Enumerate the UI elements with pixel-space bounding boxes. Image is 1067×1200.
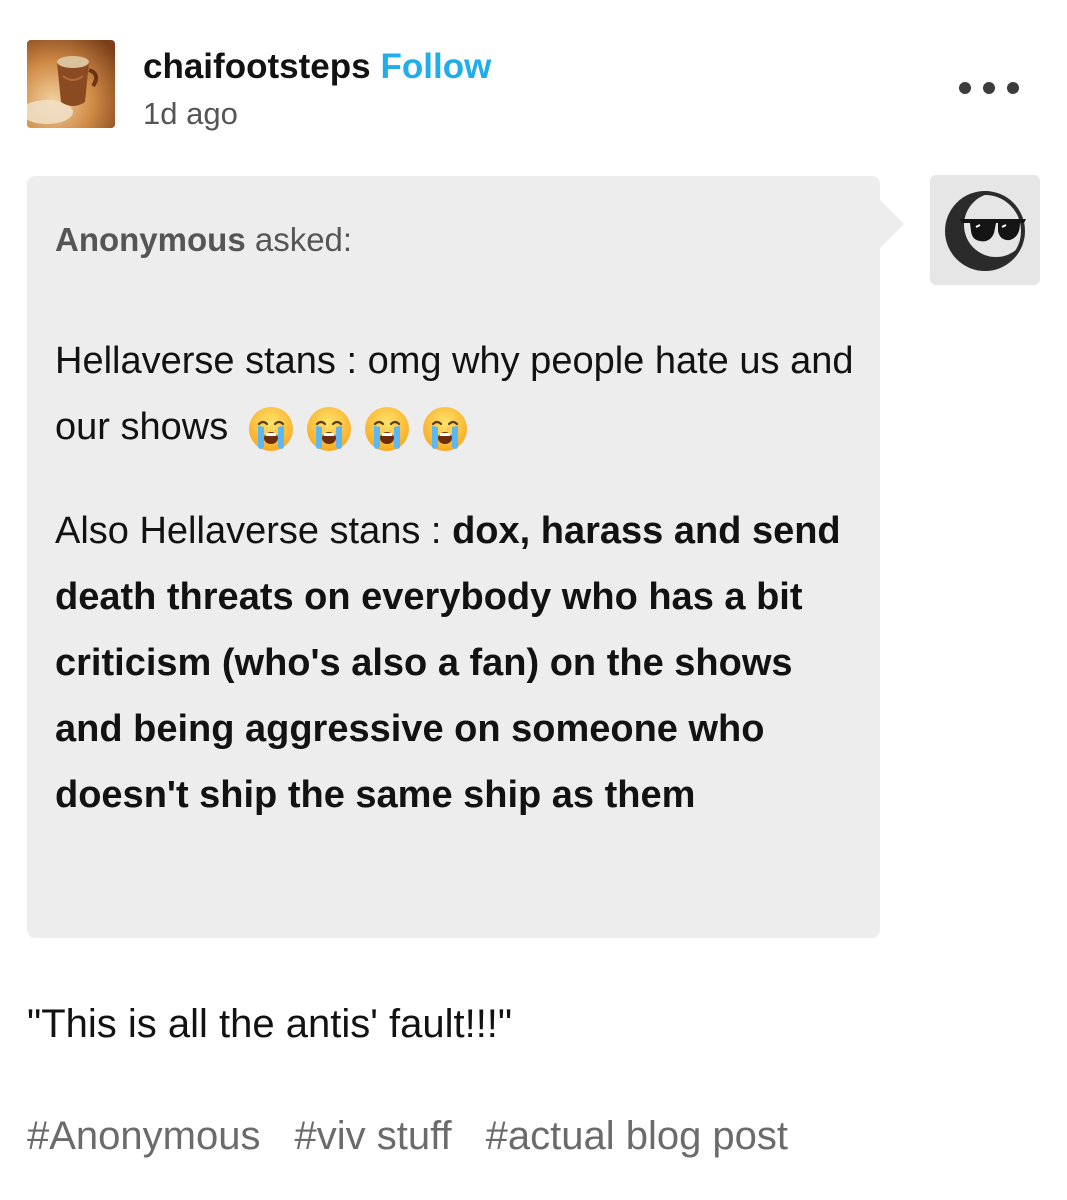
question-paragraph-2: Also Hellaverse stans : dox, harass and …: [55, 498, 855, 828]
loudly-crying-face-icon: [363, 405, 411, 453]
asked-label: asked:: [245, 221, 353, 258]
question-p2-prefix: Also Hellaverse stans :: [55, 510, 453, 552]
loudly-crying-face-icon: [305, 405, 353, 453]
tag-actual-blog-post[interactable]: #actual blog post: [486, 1108, 788, 1164]
tag-list: #Anonymous #viv stuff #actual blog post: [27, 1108, 788, 1164]
post-reply-text: "This is all the antis' fault!!!": [27, 1002, 513, 1046]
more-options-icon[interactable]: [959, 70, 1019, 106]
asker-name: Anonymous: [55, 221, 246, 258]
blog-avatar[interactable]: [27, 40, 115, 128]
anonymous-sunglasses-avatar-icon[interactable]: [930, 175, 1040, 285]
loudly-crying-face-icon: [421, 405, 469, 453]
loudly-crying-face-icon: [247, 405, 295, 453]
crying-emoji-row: [247, 405, 479, 453]
tag-anonymous[interactable]: #Anonymous: [27, 1108, 260, 1164]
asker-line: Anonymous asked:: [55, 220, 352, 260]
post-timestamp: 1d ago: [143, 96, 238, 131]
post-header: chaifootsteps Follow 1d ago: [27, 40, 1047, 131]
ask-bubble-tail: [880, 200, 904, 248]
question-paragraph-1: Hellaverse stans : omg why people hate u…: [55, 328, 855, 460]
tag-viv-stuff[interactable]: #viv stuff: [294, 1108, 451, 1164]
blog-name-line: chaifootsteps Follow: [143, 46, 491, 88]
blog-name-link[interactable]: chaifootsteps: [143, 47, 371, 86]
chai-cup-image: [27, 40, 115, 128]
question-p2-bold: dox, harass and send death threats on ev…: [55, 510, 841, 816]
ask-box: Anonymous asked: Hellaverse stans : omg …: [27, 176, 880, 938]
follow-button[interactable]: Follow: [381, 47, 492, 86]
